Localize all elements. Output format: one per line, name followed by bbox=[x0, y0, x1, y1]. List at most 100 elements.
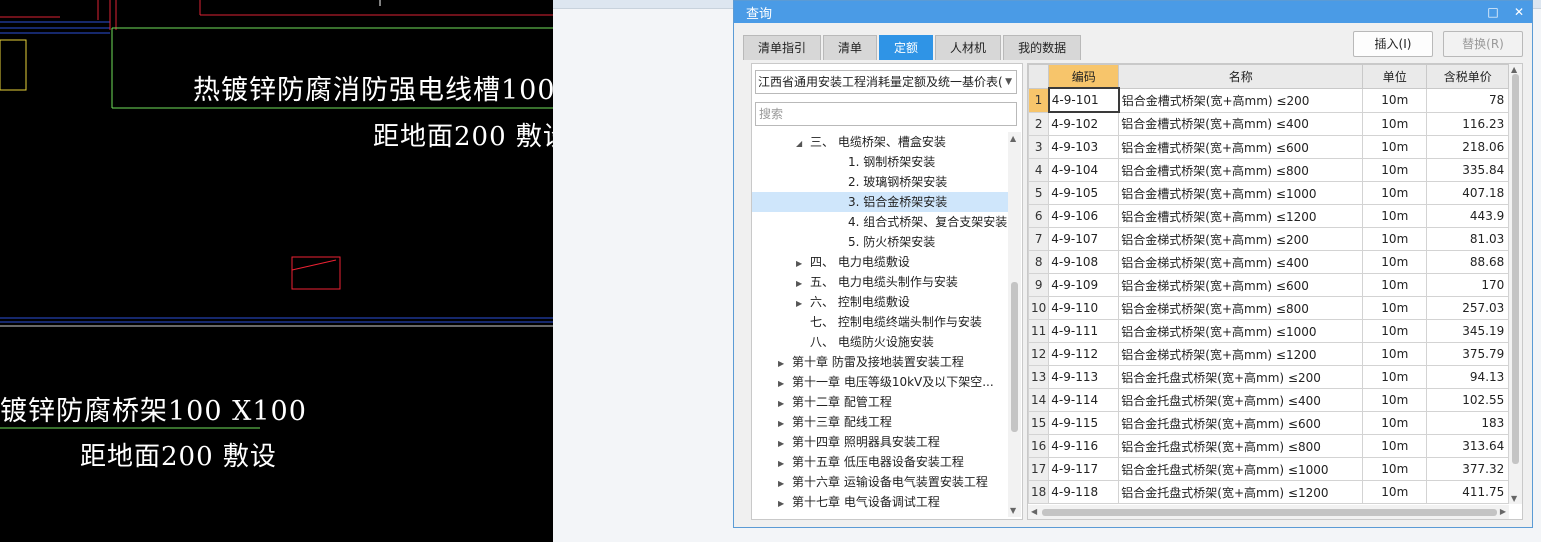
row-code[interactable]: 4-9-110 bbox=[1048, 296, 1120, 320]
row-code[interactable]: 4-9-101 bbox=[1047, 87, 1120, 113]
row-code[interactable]: 4-9-117 bbox=[1048, 457, 1120, 481]
tree-node[interactable]: ▶ 第十五章 低压电器设备安装工程 bbox=[778, 452, 964, 472]
tree-node[interactable]: ▶ 四、 电力电缆敷设 bbox=[796, 252, 910, 272]
row-price[interactable]: 102.55 bbox=[1426, 388, 1510, 412]
row-code[interactable]: 4-9-105 bbox=[1048, 181, 1120, 205]
row-unit[interactable]: 10m bbox=[1362, 227, 1428, 251]
column-header-price[interactable]: 含税单价 bbox=[1426, 64, 1510, 89]
row-price[interactable]: 375.79 bbox=[1426, 342, 1510, 366]
tree-node[interactable]: 1. 钢制桥架安装 bbox=[834, 152, 935, 172]
tab-labor-material-machine[interactable]: 人材机 bbox=[935, 35, 1002, 60]
row-number[interactable]: 12 bbox=[1028, 342, 1050, 366]
row-code[interactable]: 4-9-116 bbox=[1048, 434, 1120, 458]
row-unit[interactable]: 10m bbox=[1362, 342, 1428, 366]
row-price[interactable]: 335.84 bbox=[1426, 158, 1510, 182]
tree-node[interactable]: ▶ 五、 电力电缆头制作与安装 bbox=[796, 272, 958, 292]
row-name[interactable]: 铝合金槽式桥架(宽+高mm) ≤1200 bbox=[1118, 204, 1364, 228]
table-row[interactable]: 6 4-9-106 铝合金槽式桥架(宽+高mm) ≤1200 10m 443.9 bbox=[1028, 204, 1510, 228]
row-unit[interactable]: 10m bbox=[1362, 87, 1428, 113]
row-code[interactable]: 4-9-102 bbox=[1048, 111, 1120, 136]
row-number[interactable]: 1 bbox=[1028, 87, 1050, 113]
expand-icon[interactable]: ▶ bbox=[778, 434, 792, 454]
table-row[interactable]: 14 4-9-114 铝合金托盘式桥架(宽+高mm) ≤400 10m 102.55 bbox=[1028, 388, 1510, 412]
row-code[interactable]: 4-9-109 bbox=[1048, 273, 1120, 297]
row-price[interactable]: 94.13 bbox=[1426, 365, 1510, 389]
expand-icon[interactable]: ▶ bbox=[778, 394, 792, 414]
row-unit[interactable]: 10m bbox=[1362, 434, 1428, 458]
row-price[interactable]: 183 bbox=[1426, 411, 1510, 435]
row-price[interactable]: 407.18 bbox=[1426, 181, 1510, 205]
dialog-titlebar[interactable]: 查询 □ ✕ bbox=[734, 1, 1532, 23]
row-price[interactable]: 257.03 bbox=[1426, 296, 1510, 320]
row-number[interactable]: 16 bbox=[1028, 434, 1050, 458]
tree-scrollbar[interactable]: ▲ ▼ bbox=[1008, 132, 1021, 517]
row-name[interactable]: 铝合金梯式桥架(宽+高mm) ≤600 bbox=[1118, 273, 1364, 297]
tree-node[interactable]: 七、 控制电缆终端头制作与安装 bbox=[796, 312, 982, 332]
close-icon[interactable]: ✕ bbox=[1510, 3, 1528, 21]
tree-node[interactable]: 5. 防火桥架安装 bbox=[834, 232, 935, 252]
row-number[interactable]: 7 bbox=[1028, 227, 1050, 251]
row-number[interactable]: 18 bbox=[1028, 480, 1050, 504]
row-code[interactable]: 4-9-108 bbox=[1048, 250, 1120, 274]
table-row[interactable]: 3 4-9-103 铝合金槽式桥架(宽+高mm) ≤600 10m 218.06 bbox=[1028, 135, 1510, 159]
row-name[interactable]: 铝合金梯式桥架(宽+高mm) ≤800 bbox=[1118, 296, 1364, 320]
tree-node[interactable]: ▶ 第十二章 配管工程 bbox=[778, 392, 892, 412]
tree-node[interactable]: 4. 组合式桥架、复合支架安装 bbox=[834, 212, 1007, 232]
row-number[interactable]: 6 bbox=[1028, 204, 1050, 228]
row-number[interactable]: 13 bbox=[1028, 365, 1050, 389]
expand-icon[interactable]: ▶ bbox=[778, 374, 792, 394]
table-row[interactable]: 11 4-9-111 铝合金梯式桥架(宽+高mm) ≤1000 10m 345.19 bbox=[1028, 319, 1510, 343]
scroll-left-icon[interactable]: ◀ bbox=[1031, 507, 1037, 516]
row-unit[interactable]: 10m bbox=[1362, 411, 1428, 435]
row-number[interactable]: 2 bbox=[1028, 111, 1050, 136]
row-number[interactable]: 14 bbox=[1028, 388, 1050, 412]
row-number[interactable]: 11 bbox=[1028, 319, 1050, 343]
row-unit[interactable]: 10m bbox=[1362, 204, 1428, 228]
row-unit[interactable]: 10m bbox=[1362, 480, 1428, 504]
tab-quota[interactable]: 定额 bbox=[879, 35, 934, 60]
row-name[interactable]: 铝合金梯式桥架(宽+高mm) ≤1000 bbox=[1118, 319, 1364, 343]
row-name[interactable]: 铝合金托盘式桥架(宽+高mm) ≤200 bbox=[1118, 365, 1364, 389]
expand-icon[interactable]: ▶ bbox=[796, 274, 810, 294]
tab-list[interactable]: 清单 bbox=[823, 35, 878, 60]
tab-list-guide[interactable]: 清单指引 bbox=[743, 35, 822, 60]
row-number[interactable]: 3 bbox=[1028, 135, 1050, 159]
row-name[interactable]: 铝合金槽式桥架(宽+高mm) ≤1000 bbox=[1118, 181, 1364, 205]
row-name[interactable]: 铝合金槽式桥架(宽+高mm) ≤600 bbox=[1118, 135, 1364, 159]
row-unit[interactable]: 10m bbox=[1362, 158, 1428, 182]
row-code[interactable]: 4-9-118 bbox=[1048, 480, 1120, 504]
row-number[interactable]: 4 bbox=[1028, 158, 1050, 182]
table-row[interactable]: 15 4-9-115 铝合金托盘式桥架(宽+高mm) ≤600 10m 183 bbox=[1028, 411, 1510, 435]
search-input[interactable] bbox=[755, 102, 1017, 126]
row-code[interactable]: 4-9-113 bbox=[1048, 365, 1120, 389]
row-unit[interactable]: 10m bbox=[1362, 296, 1428, 320]
table-row[interactable]: 4 4-9-104 铝合金槽式桥架(宽+高mm) ≤800 10m 335.84 bbox=[1028, 158, 1510, 182]
tree-node[interactable]: 2. 玻璃钢桥架安装 bbox=[834, 172, 947, 192]
scroll-down-icon[interactable]: ▼ bbox=[1010, 506, 1016, 515]
tree-node[interactable]: ▶ 六、 控制电缆敷设 bbox=[796, 292, 910, 312]
tree-node[interactable]: ▶ 第十四章 照明器具安装工程 bbox=[778, 432, 940, 452]
table-row[interactable]: 10 4-9-110 铝合金梯式桥架(宽+高mm) ≤800 10m 257.03 bbox=[1028, 296, 1510, 320]
row-code[interactable]: 4-9-112 bbox=[1048, 342, 1120, 366]
maximize-icon[interactable]: □ bbox=[1484, 3, 1502, 21]
scroll-up-icon[interactable]: ▲ bbox=[1511, 65, 1517, 74]
chevron-down-icon[interactable]: ▼ bbox=[1005, 71, 1012, 93]
row-code[interactable]: 4-9-111 bbox=[1048, 319, 1120, 343]
row-name[interactable]: 铝合金梯式桥架(宽+高mm) ≤200 bbox=[1118, 227, 1364, 251]
row-number[interactable]: 17 bbox=[1028, 457, 1050, 481]
collapse-icon[interactable]: ◢ bbox=[796, 134, 810, 154]
quota-library-select[interactable]: 江西省通用安装工程消耗量定额及统一基价表( ▼ bbox=[755, 70, 1017, 94]
row-code[interactable]: 4-9-115 bbox=[1048, 411, 1120, 435]
row-name[interactable]: 铝合金槽式桥架(宽+高mm) ≤800 bbox=[1118, 158, 1364, 182]
row-number[interactable]: 8 bbox=[1028, 250, 1050, 274]
column-header-code[interactable]: 编码 bbox=[1048, 64, 1120, 89]
row-number[interactable]: 5 bbox=[1028, 181, 1050, 205]
expand-icon[interactable]: ▶ bbox=[778, 414, 792, 434]
row-code[interactable]: 4-9-104 bbox=[1048, 158, 1120, 182]
scroll-right-icon[interactable]: ▶ bbox=[1500, 507, 1506, 516]
row-code[interactable]: 4-9-114 bbox=[1048, 388, 1120, 412]
expand-icon[interactable]: ▶ bbox=[778, 494, 792, 514]
row-price[interactable]: 411.75 bbox=[1426, 480, 1510, 504]
scroll-up-icon[interactable]: ▲ bbox=[1010, 134, 1016, 143]
row-unit[interactable]: 10m bbox=[1362, 388, 1428, 412]
